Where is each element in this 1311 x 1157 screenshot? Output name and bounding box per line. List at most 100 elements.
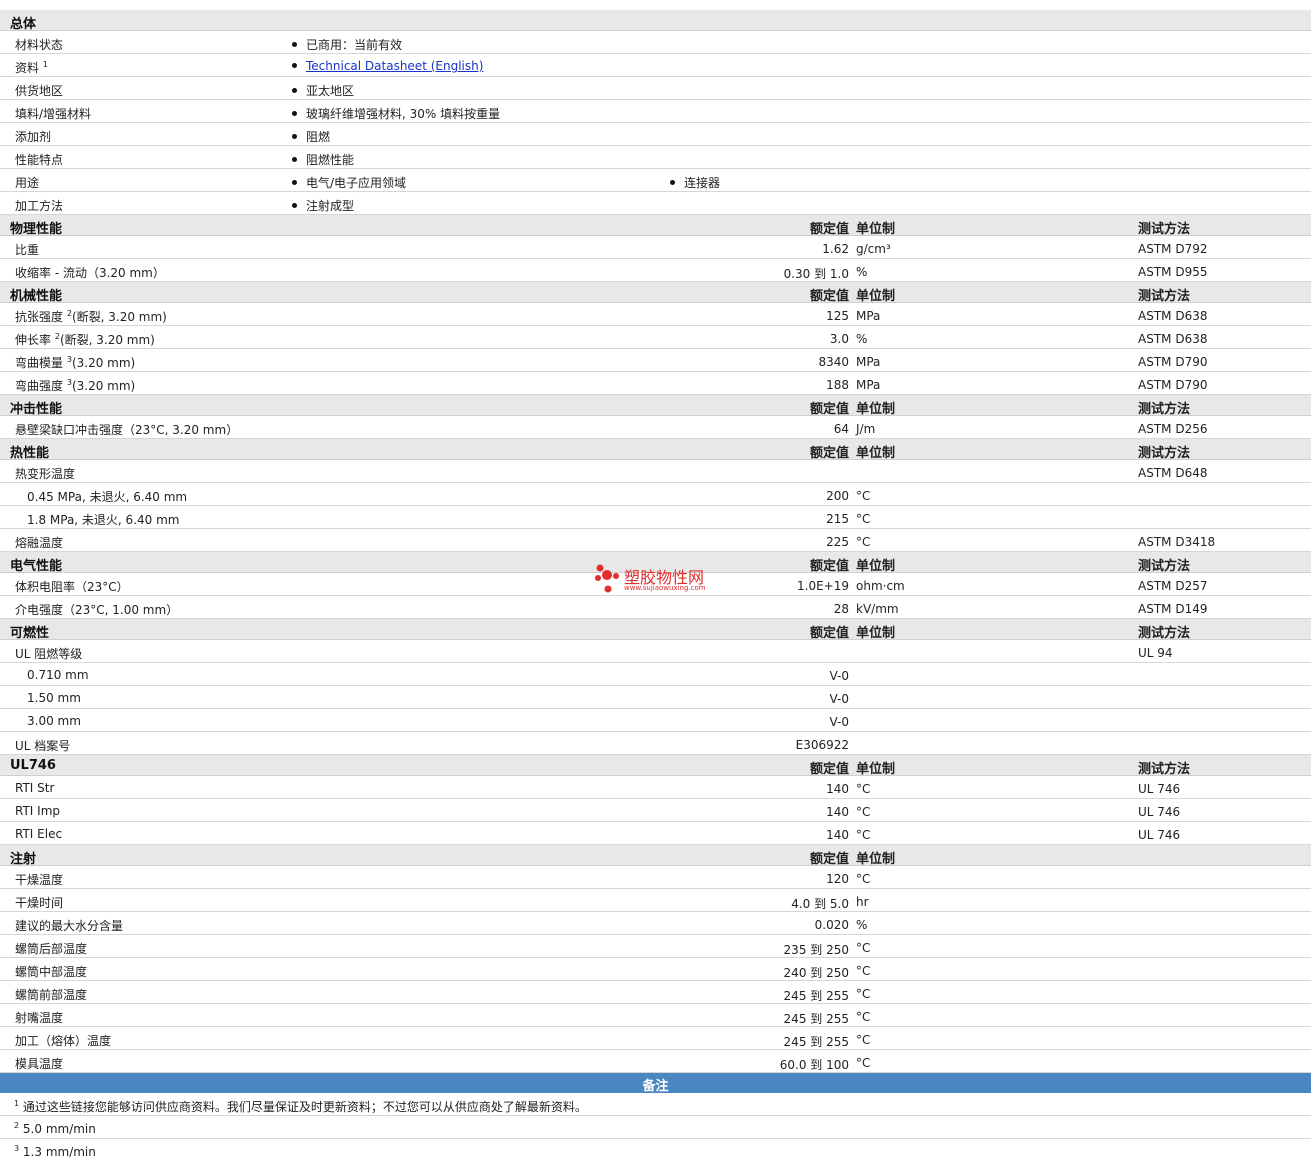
- property-unit: °C: [856, 805, 871, 819]
- section-header: 注射 额定值 单位制: [0, 845, 1311, 867]
- table-row: 干燥温度 120 °C: [0, 866, 1311, 889]
- test-method: ASTM D149: [1138, 602, 1208, 616]
- property-label-text: 体积电阻率（23°C）: [15, 580, 129, 594]
- property-label: 体积电阻率（23°C）: [15, 578, 129, 595]
- property-label-text: 抗张强度: [15, 310, 64, 324]
- property-label-text: 用途: [15, 176, 40, 190]
- property-label: 比重: [15, 241, 39, 258]
- property-label: 3.00 mm: [27, 714, 81, 728]
- property-label: 射嘴温度: [15, 1009, 63, 1026]
- property-unit: °C: [856, 987, 871, 1001]
- table-row: 建议的最大水分含量 0.020%: [0, 912, 1311, 935]
- property-label-text: 弯曲强度: [15, 379, 64, 393]
- property-unit: ohm·cm: [856, 579, 905, 593]
- property-label-text: 热变形温度: [15, 467, 76, 481]
- property-label: 1.8 MPa, 未退火, 6.40 mm: [27, 511, 179, 528]
- property-value: 225: [826, 535, 849, 549]
- table-row: 抗张强度 2(断裂, 3.20 mm) 125 MPa ASTM D638: [0, 303, 1311, 326]
- property-label-text: 1.50 mm: [27, 691, 81, 705]
- bullet-icon: [292, 203, 297, 208]
- property-unit: g/cm³: [856, 242, 891, 256]
- test-method: UL 746: [1138, 805, 1181, 819]
- section-title: 电气性能: [10, 559, 63, 574]
- column-header-unit: 单位制: [856, 852, 896, 867]
- property-unit: °C: [856, 782, 871, 796]
- property-label: UL 档案号: [15, 737, 70, 754]
- column-header-value: 额定值: [809, 762, 849, 777]
- table-row: 螺筒后部温度 235 到 250 °C: [0, 935, 1311, 958]
- test-method: ASTM D790: [1138, 355, 1208, 369]
- section-header-general: 总体: [0, 10, 1311, 32]
- property-label-text: 比重: [15, 243, 40, 257]
- property-unit: °C: [856, 489, 871, 503]
- property-label: 螺筒前部温度: [15, 986, 87, 1003]
- column-header-unit: 单位制: [856, 289, 896, 304]
- footnote-marker: 1: [14, 1099, 20, 1108]
- property-value: 140: [826, 805, 849, 819]
- table-row: 1.8 MPa, 未退火, 6.40 mm 215 °C: [0, 506, 1311, 529]
- test-method: ASTM D638: [1138, 309, 1208, 323]
- property-label: 性能特点: [15, 151, 63, 168]
- property-label-text: 伸长率: [15, 333, 52, 347]
- section-header: 热性能 额定值 单位制 测试方法: [0, 439, 1311, 461]
- property-label: 添加剂: [15, 128, 51, 145]
- table-row: 弯曲强度 3(3.20 mm) 188 MPa ASTM D790: [0, 372, 1311, 395]
- section-header: UL746 额定值 单位制 测试方法: [0, 755, 1311, 777]
- bullet-item: 注射成型: [292, 197, 354, 214]
- property-condition: (断裂, 3.20 mm): [71, 310, 167, 324]
- property-label: 螺筒中部温度: [15, 963, 87, 980]
- watermark-url: www.sujiaowuxing.com: [624, 584, 706, 592]
- bullet-icon: [670, 180, 675, 185]
- table-row: 资料 1 Technical Datasheet (English): [0, 54, 1311, 77]
- property-label-text: 射嘴温度: [15, 1011, 64, 1025]
- column-header-value: 额定值: [809, 559, 849, 574]
- column-header-unit: 单位制: [856, 402, 896, 417]
- property-label: 收缩率 - 流动（3.20 mm）: [15, 264, 165, 281]
- test-method: ASTM D3418: [1138, 535, 1216, 549]
- property-unit: %: [856, 918, 868, 932]
- property-value: 235 到 250: [783, 943, 849, 957]
- note-text: 3 1.3 mm/min: [14, 1144, 96, 1157]
- column-header-value: 额定值: [809, 446, 849, 461]
- property-value: E306922: [795, 738, 849, 752]
- bullet-item: 阻燃性能: [292, 151, 354, 168]
- property-unit: MPa: [856, 309, 881, 323]
- table-row: RTI Elec 140 °C UL 746: [0, 822, 1311, 845]
- property-value: 0.30 到 1.0: [783, 267, 849, 281]
- property-label-text: 0.45 MPa, 未退火, 6.40 mm: [27, 490, 188, 504]
- test-method: UL 746: [1138, 782, 1181, 796]
- footnote-marker: 3: [14, 1144, 20, 1153]
- datasheet-link[interactable]: Technical Datasheet (English): [306, 59, 483, 73]
- section-title: 机械性能: [10, 289, 63, 304]
- property-condition: (断裂, 3.20 mm): [59, 333, 155, 347]
- column-header-unit: 单位制: [856, 446, 896, 461]
- table-row: 0.710 mm V-0: [0, 663, 1311, 686]
- column-header-test: 测试方法: [1138, 222, 1191, 237]
- bullet-icon: [292, 63, 297, 68]
- property-label-text: RTI Elec: [15, 827, 63, 841]
- test-method: UL 94: [1138, 646, 1173, 660]
- column-header-unit: 单位制: [856, 626, 896, 641]
- table-row: 加工（熔体）温度 245 到 255 °C: [0, 1027, 1311, 1050]
- property-unit: hr: [856, 895, 869, 909]
- table-row: 弯曲模量 3(3.20 mm) 8340 MPa ASTM D790: [0, 349, 1311, 372]
- property-value: 125: [826, 309, 849, 323]
- bullet-item: 玻璃纤维增强材料, 30% 填料按重量: [292, 105, 500, 122]
- bullet-icon: [292, 111, 297, 116]
- table-row: 1.50 mm V-0: [0, 686, 1311, 709]
- property-label: 螺筒后部温度: [15, 940, 87, 957]
- section-title: UL746: [10, 758, 56, 773]
- property-value: 3.0: [829, 332, 849, 346]
- table-row: 加工方法 注射成型: [0, 192, 1311, 215]
- property-value: 240 到 250: [783, 966, 849, 980]
- column-header-test: 测试方法: [1138, 402, 1191, 417]
- table-row: RTI Str 140 °C UL 746: [0, 776, 1311, 799]
- note-text: 1 通过这些链接您能够访问供应商资料。我们尽量保证及时更新资料；不过您可以从供应…: [14, 1098, 587, 1115]
- watermark: 塑胶物性网 www.sujiaowuxing.com: [594, 562, 724, 596]
- property-label: 干燥温度: [15, 871, 63, 888]
- table-row: 干燥时间 4.0 到 5.0 hr: [0, 889, 1311, 912]
- test-method: ASTM D257: [1138, 579, 1208, 593]
- property-value: V-0: [829, 692, 849, 706]
- property-unit: kV/mm: [856, 602, 899, 616]
- property-label: RTI Elec: [15, 827, 62, 841]
